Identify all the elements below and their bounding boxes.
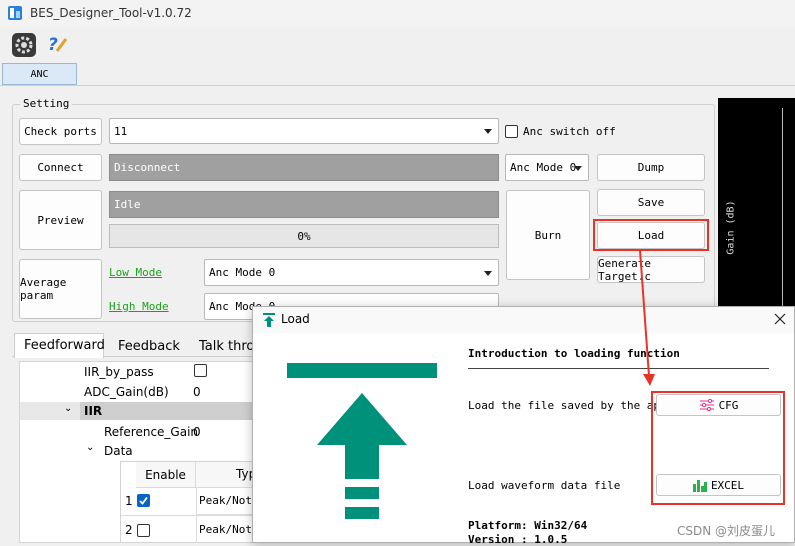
annotation-arrow	[639, 249, 655, 386]
watermark: CSDN @刘皮蛋儿	[677, 524, 776, 538]
